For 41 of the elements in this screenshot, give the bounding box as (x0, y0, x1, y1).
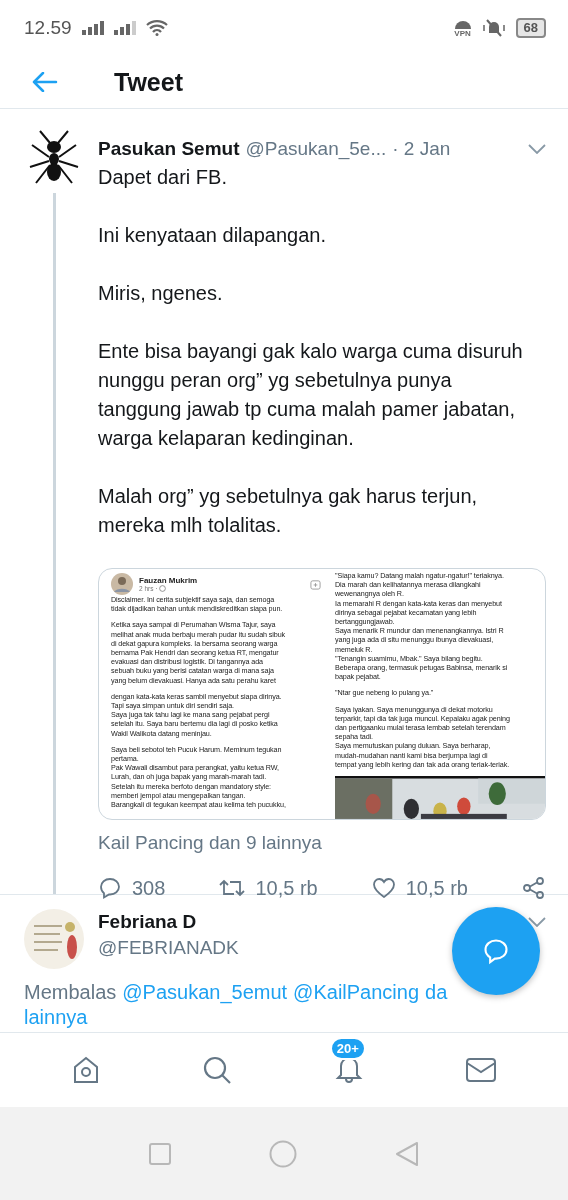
author-name: Febriana D (98, 911, 198, 933)
vpn-indicator: VPN (453, 18, 472, 38)
attached-screenshot[interactable] (98, 568, 546, 820)
action-count: 10,5 rb (405, 876, 468, 900)
tweet-text: Ente bisa bayangi gak kalo warga cuma disuruh nunggu peran org” yg sebetulnya punya tanggung jawab tp cuma malah pamer jabatan, warga kelaparan kedinginan. (98, 339, 523, 451)
tweet-text: Miris, ngenes. (98, 281, 224, 306)
liked-by-text[interactable]: Kail Pancing dan 9 lainnya (98, 832, 546, 854)
page-title: Tweet (114, 67, 183, 97)
retweet-icon[interactable] (219, 877, 246, 899)
mention-link[interactable]: @KailPancing (293, 981, 420, 1004)
post-author: Fauzan Mukrim (139, 576, 198, 585)
notification-badge: 20+ (329, 1037, 366, 1060)
globe-icon (159, 585, 167, 592)
compose-reply-button[interactable] (452, 907, 540, 995)
battery-indicator: 68 (515, 18, 546, 38)
chevron-down-icon[interactable] (528, 917, 546, 927)
muted-bell-icon (481, 18, 506, 38)
wifi-icon (145, 20, 168, 36)
author-name: Pasukan Semut (98, 138, 240, 160)
chevron-down-icon[interactable] (528, 144, 546, 154)
author-handle: @FEBRIANADK (98, 937, 239, 959)
tweet-time: · 2 Jan (392, 138, 451, 160)
mention-link[interactable]: lainnya (24, 1006, 88, 1028)
status-time: 12.59 (24, 17, 72, 39)
action-count: 10,5 rb (255, 876, 318, 900)
mail-icon[interactable] (465, 1057, 498, 1083)
share-icon[interactable] (522, 876, 546, 900)
mention-link[interactable]: @Pasukan_5emut (122, 981, 288, 1004)
replying-to-label: Membalas (24, 981, 117, 1004)
author-handle: @Pasukan_5e... (245, 138, 387, 160)
tweet-text: Dapet dari FB. (98, 165, 228, 190)
mention-link[interactable]: da (425, 981, 448, 1004)
tweet-text: Ini kenyataan dilapangan. (98, 223, 327, 248)
back-arrow-icon[interactable] (32, 72, 58, 92)
search-icon[interactable] (202, 1055, 233, 1085)
speech-bubble-icon (482, 937, 510, 965)
heart-icon[interactable] (371, 877, 396, 899)
tweet-text: Malah org” yg sebetulnya gak harus terjun, mereka mlh tolalitas. (98, 484, 479, 538)
action-count: 308 (132, 876, 166, 900)
reply-icon[interactable] (98, 876, 122, 900)
save-icon (310, 578, 321, 590)
